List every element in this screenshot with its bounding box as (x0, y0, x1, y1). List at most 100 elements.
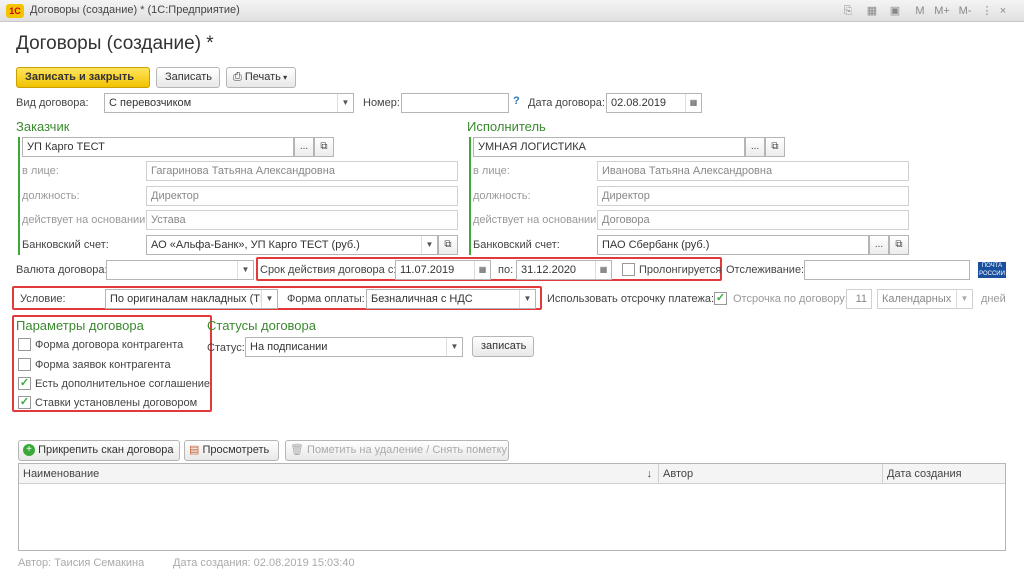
footer-author: Автор: Таисия Семакина (18, 557, 145, 569)
attach-scan-button[interactable]: + Прикрепить скан договора (18, 440, 180, 461)
executor-org-field[interactable]: УМНАЯ ЛОГИСТИКА (473, 137, 745, 157)
currency-select[interactable]: ▼ (106, 260, 254, 280)
calculator-icon[interactable]: ▦ (864, 3, 880, 19)
chevron-down-icon[interactable]: ▼ (519, 290, 535, 308)
chevron-down-icon[interactable]: ▼ (956, 290, 972, 308)
executor-select-button[interactable]: ... (745, 137, 765, 157)
calendar-icon[interactable]: ▣ (887, 3, 903, 19)
window-title: Договоры (создание) * (1С:Предприятие) (30, 4, 240, 16)
param-checkbox-0[interactable] (18, 338, 31, 351)
condition-label: Условие: (20, 293, 66, 305)
open-icon[interactable]: ⧉ (765, 137, 785, 157)
footer-created: Дата создания: 02.08.2019 15:03:40 (173, 557, 355, 569)
print-label: Печать (244, 71, 281, 83)
customer-bank-select[interactable]: АО «Альфа-Банк», УП Карго ТЕСТ (руб.) ▼ (146, 235, 438, 255)
calendar-icon[interactable]: ▦ (474, 261, 490, 279)
view-label: Просмотреть (202, 444, 270, 456)
contract-date-field[interactable]: 02.08.2019 ▦ (606, 93, 702, 113)
save-button[interactable]: Записать (156, 67, 220, 88)
validity-to-label: по: (498, 264, 514, 276)
param-checkbox-2[interactable]: ✓ (18, 377, 31, 390)
customer-position-label: должность: (22, 190, 80, 202)
currency-label: Валюта договора: (16, 264, 108, 276)
close-icon[interactable]: × (996, 3, 1010, 19)
view-button[interactable]: ▤ Просмотреть (184, 440, 279, 461)
customer-basis-field[interactable]: Устава (146, 210, 458, 230)
validity-to-field[interactable]: 31.12.2020 ▦ (516, 260, 612, 280)
executor-basis-field[interactable]: Договора (597, 210, 909, 230)
deferral-days-field[interactable]: 11 (846, 289, 872, 309)
column-header-created[interactable]: Дата создания (883, 464, 1005, 484)
days-label: дней (981, 293, 1006, 305)
link-icon[interactable]: ⎘ (840, 3, 856, 19)
contract-type-value: С перевозчиком (109, 97, 192, 109)
param-checkbox-3[interactable]: ✓ (18, 396, 31, 409)
condition-value: По оригиналам накладных (ТН (110, 293, 268, 305)
calendar-icon[interactable]: ▦ (595, 261, 611, 279)
customer-position-field[interactable]: Директор (146, 186, 458, 206)
number-label: Номер: (363, 97, 400, 109)
mark-delete-label: Пометить на удаление / Снять пометку (307, 444, 508, 456)
chevron-down-icon[interactable]: ▼ (261, 290, 277, 308)
mark-delete-button[interactable]: 🗑 Пометить на удаление / Снять пометку (285, 440, 509, 461)
app-logo-icon: 1С (6, 4, 24, 18)
executor-position-field[interactable]: Директор (597, 186, 909, 206)
param-checkbox-1[interactable] (18, 358, 31, 371)
prolong-checkbox[interactable] (622, 263, 635, 276)
more-icon[interactable]: ⋮ (980, 3, 994, 19)
deferral-checkbox[interactable]: ✓ (714, 292, 727, 305)
executor-section-bar (469, 137, 471, 255)
executor-basis-label: действует на основании: (473, 214, 600, 226)
customer-basis-label: действует на основании: (22, 214, 149, 226)
executor-bank-select-button[interactable]: ... (869, 235, 889, 255)
attach-scan-label: Прикрепить скан договора (38, 444, 174, 456)
printer-icon: ⎙ (233, 71, 245, 83)
tracking-field[interactable] (804, 260, 970, 280)
prolong-label: Пролонгируется (639, 264, 722, 276)
payment-label: Форма оплаты: (287, 293, 365, 305)
status-select[interactable]: На подписании ▼ (245, 337, 463, 357)
attachments-table[interactable]: Наименование ↓ Автор Дата создания (18, 463, 1006, 551)
open-icon[interactable]: ⧉ (438, 235, 458, 255)
condition-select[interactable]: По оригиналам накладных (ТН ▼ (105, 289, 278, 309)
chevron-down-icon[interactable]: ▼ (337, 94, 353, 112)
print-button[interactable]: ⎙ Печать ▾ (226, 67, 296, 88)
calendar-icon[interactable]: ▦ (685, 94, 701, 112)
param-label-1: Форма заявок контрагента (35, 359, 171, 371)
open-icon[interactable]: ⧉ (314, 137, 334, 157)
chevron-down-icon[interactable]: ▼ (237, 261, 253, 279)
validity-from-field[interactable]: 11.07.2019 ▦ (395, 260, 491, 280)
memory-button[interactable]: M (912, 3, 928, 19)
status-write-button[interactable]: записать (472, 336, 534, 357)
chevron-down-icon[interactable]: ▼ (421, 236, 437, 254)
validity-from-value: 11.07.2019 (400, 264, 455, 276)
column-header-name[interactable]: Наименование ↓ (19, 464, 659, 484)
column-header-author[interactable]: Автор (659, 464, 883, 484)
executor-position-label: должность: (473, 190, 531, 202)
payment-select[interactable]: Безналичная с НДС ▼ (366, 289, 536, 309)
memory-plus-button[interactable]: M+ (932, 3, 952, 19)
help-icon[interactable]: ? (513, 95, 520, 107)
open-icon[interactable]: ⧉ (889, 235, 909, 255)
deferral-type-select[interactable]: Календарных ▼ (877, 289, 973, 309)
contract-date-label: Дата договора: (528, 97, 605, 109)
executor-person-field[interactable]: Иванова Татьяна Александровна (597, 161, 909, 181)
customer-select-button[interactable]: ... (294, 137, 314, 157)
russian-post-logo: ПОЧТА РОССИИ (978, 262, 1006, 278)
customer-section-bar (18, 137, 20, 255)
memory-minus-button[interactable]: M- (955, 3, 975, 19)
customer-person-field[interactable]: Гагаринова Татьяна Александровна (146, 161, 458, 181)
sort-arrow-icon: ↓ (646, 468, 653, 480)
executor-bank-field[interactable]: ПАО Сбербанк (руб.) (597, 235, 869, 255)
number-field[interactable] (401, 93, 509, 113)
param-label-0: Форма договора контрагента (35, 339, 184, 351)
deferral-label: Использовать отсрочку платежа: (547, 293, 715, 305)
customer-org-field[interactable]: УП Карго ТЕСТ (22, 137, 294, 157)
contract-type-select[interactable]: С перевозчиком ▼ (104, 93, 354, 113)
statuses-section-title: Статусы договора (207, 318, 317, 333)
contract-date-value: 02.08.2019 (611, 97, 667, 109)
chevron-down-icon[interactable]: ▼ (446, 338, 462, 356)
validity-from-label: Срок действия договора с: (260, 264, 397, 276)
save-close-button[interactable]: Записать и закрыть (16, 67, 150, 88)
customer-bank-label: Банковский счет: (22, 239, 109, 251)
